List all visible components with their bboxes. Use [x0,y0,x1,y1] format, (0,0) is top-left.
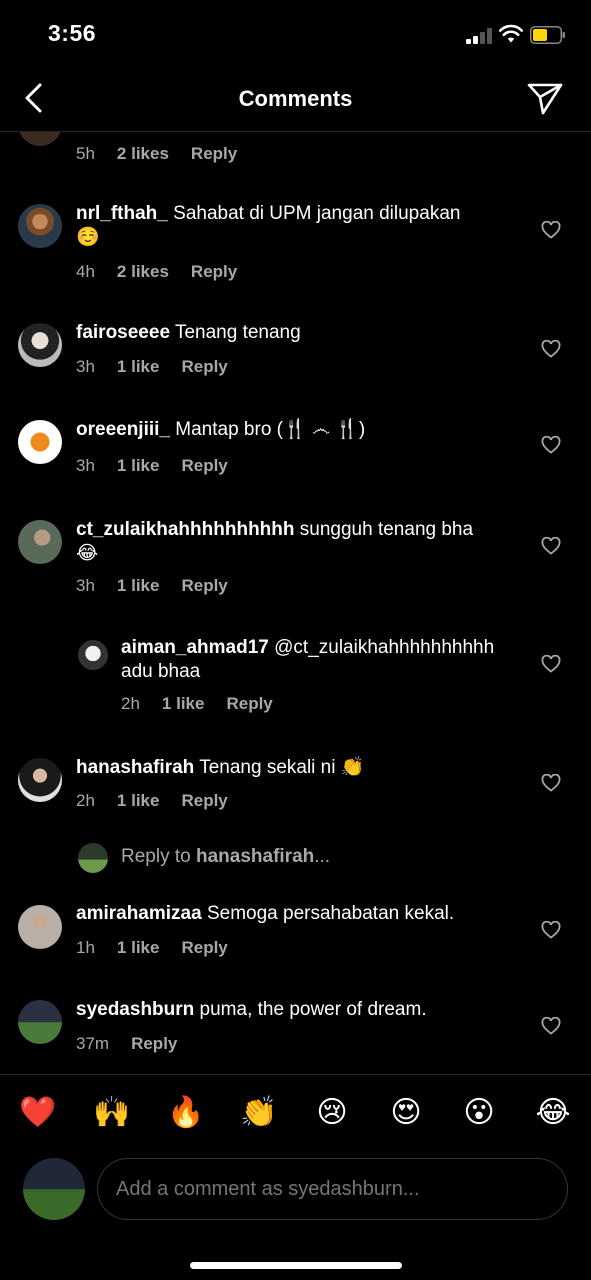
reply-button[interactable]: Reply [181,576,227,595]
heart-icon[interactable] [541,655,561,673]
comment-username[interactable]: syedashburn [76,999,194,1020]
wifi-icon [499,24,523,43]
comment-likes[interactable]: 2 likes [117,262,169,281]
comment-username[interactable]: nrl_fthah_ [76,203,168,224]
comment-likes[interactable]: 1 like [162,694,205,713]
comment-text: Sahabat di UPM jangan dilupakan [173,203,461,224]
avatar[interactable] [78,640,108,670]
comment-text: puma, the power of dream. [199,999,427,1020]
comment-likes[interactable]: 1 like [117,791,160,810]
reply-prompt[interactable]: Reply to hanashafirah... [78,842,478,874]
comment-text: sungguh tenang bha [299,519,474,540]
comment-time: 3h [76,357,95,376]
heart-icon[interactable] [541,1017,561,1035]
comment-text-line2: ☺️ [76,227,100,248]
comment-time: 5h [76,144,95,163]
reply-button[interactable]: Reply [181,938,227,957]
comment-likes[interactable]: 1 like [117,456,160,475]
comment-username[interactable]: oreeenjiii_ [76,419,170,440]
reply-prompt-prefix: Reply to [121,846,196,867]
comment-text: Semoga persahabatan kekal. [206,903,455,924]
cellular-signal-icon [466,28,494,44]
heart-icon[interactable] [541,537,561,555]
avatar[interactable] [18,132,62,146]
comment-username[interactable]: aiman_ahmad17 [121,637,269,658]
avatar [78,843,108,873]
reply-button[interactable]: Reply [226,694,272,713]
reply-button[interactable]: Reply [131,1034,177,1053]
comment-likes[interactable]: 1 like [117,938,160,957]
heart-eyes-emoji[interactable]: 😍 [386,1095,426,1131]
comment-time: 1h [76,938,95,957]
reply-button[interactable]: Reply [181,791,227,810]
home-indicator[interactable] [190,1262,402,1269]
avatar[interactable] [18,204,62,248]
reply-button[interactable]: Reply [181,456,227,475]
avatar[interactable] [18,323,62,367]
comment-text: Tenang sekali ni 👏 [199,757,365,778]
comment-text-line2: 😂 [76,543,99,564]
comment-time: 37m [76,1034,110,1053]
comment-text: Tenang tenang [174,322,301,343]
reply-button[interactable]: Reply [181,357,227,376]
comment-likes[interactable]: 2 likes [117,144,169,163]
emoji-bar: ❤️ 🙌 🔥 👏 😢 😍 😮 😂 [0,1074,591,1150]
comment-username[interactable]: hanashafirah [76,757,194,778]
raising-hands-emoji[interactable]: 🙌 [92,1095,132,1131]
comment-time: 3h [76,576,95,595]
comment-text-line2: adu bhaa [121,661,201,682]
comment-text: @ct_zulaikhahhhhhhhhhh [274,637,495,658]
heart-icon[interactable] [541,340,561,358]
heart-icon[interactable] [541,921,561,939]
reply-prompt-username: hanashafirah [195,846,315,867]
status-bar: 3:56 [0,0,591,70]
reply-prompt-suffix: ... [314,846,331,867]
red-heart-emoji[interactable]: ❤️ [18,1095,58,1131]
reply-button[interactable]: Reply [191,144,237,163]
heart-icon[interactable] [541,774,561,792]
avatar [23,1158,85,1220]
comment-text: Mantap bro (🍴 ෴ 🍴) [175,419,366,440]
avatar[interactable] [18,905,62,949]
surprised-face-emoji[interactable]: 😮 [459,1095,499,1131]
laughing-tears-emoji[interactable]: 😂 [533,1095,573,1131]
heart-icon[interactable] [541,436,561,454]
clapping-hands-emoji[interactable]: 👏 [239,1095,279,1131]
avatar[interactable] [18,520,62,564]
comment-likes[interactable]: 1 like [117,576,160,595]
header-bar: Comments [0,70,591,132]
comment-time: 2h [121,694,140,713]
reply-button[interactable]: Reply [191,262,237,281]
send-icon[interactable] [526,82,564,116]
avatar[interactable] [18,1000,62,1044]
battery-icon [530,26,565,44]
comment-time: 3h [76,456,95,475]
fire-emoji[interactable]: 🔥 [166,1095,206,1131]
status-time: 3:56 [48,20,97,46]
comment-time: 2h [76,791,95,810]
comment-username[interactable]: ct_zulaikhahhhhhhhhhh [76,519,295,540]
heart-icon[interactable] [541,221,561,239]
comment-time: 4h [76,262,95,281]
comments-list[interactable]: 5h 2 likes Reply nrl_fthah_ Sahabat di UPM… [0,132,591,1074]
crying-face-emoji[interactable]: 😢 [312,1095,352,1131]
comment-username[interactable]: fairoseeee [76,322,170,343]
comment-input[interactable] [97,1158,568,1220]
avatar[interactable] [18,420,62,464]
comment-likes[interactable]: 1 like [117,357,160,376]
page-title: Comments [238,86,353,111]
comment-composer [0,1150,591,1240]
avatar[interactable] [18,758,62,802]
comment-username[interactable]: amirahamizaa [76,903,202,924]
